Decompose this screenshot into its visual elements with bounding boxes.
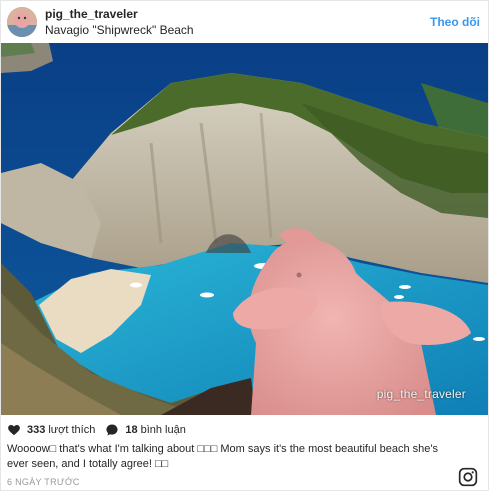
comment-bubble-icon [105, 423, 119, 437]
post-header: pig_the_traveler Navagio "Shipwreck" Bea… [1, 1, 488, 43]
post-photo[interactable]: pig_the_traveler [1, 43, 488, 415]
post-timestamp[interactable]: 6 NGÀY TRƯỚC [7, 477, 80, 487]
avatar[interactable] [7, 7, 37, 37]
heart-icon [7, 423, 21, 437]
likes-count: 333 [27, 424, 46, 436]
post-caption: Woooow□ that's what I'm talking about □□… [7, 443, 438, 470]
likes-label: lượt thích [48, 424, 96, 436]
follow-button[interactable]: Theo dõi [430, 15, 480, 29]
engagement-stats: 333 lượt thích 18 bình luận [7, 422, 196, 438]
instagram-icon[interactable] [458, 467, 478, 487]
photo-watermark: pig_the_traveler [376, 387, 466, 401]
username-link[interactable]: pig_the_traveler [45, 7, 138, 21]
location-link[interactable]: Navagio "Shipwreck" Beach [45, 23, 194, 37]
instagram-post: pig_the_traveler Navagio "Shipwreck" Bea… [0, 0, 489, 491]
comments-stat[interactable]: 18 bình luận [105, 423, 186, 437]
likes-stat[interactable]: 333 lượt thích [7, 423, 95, 437]
comments-count: 18 [125, 424, 138, 436]
comments-label: bình luận [140, 424, 186, 436]
